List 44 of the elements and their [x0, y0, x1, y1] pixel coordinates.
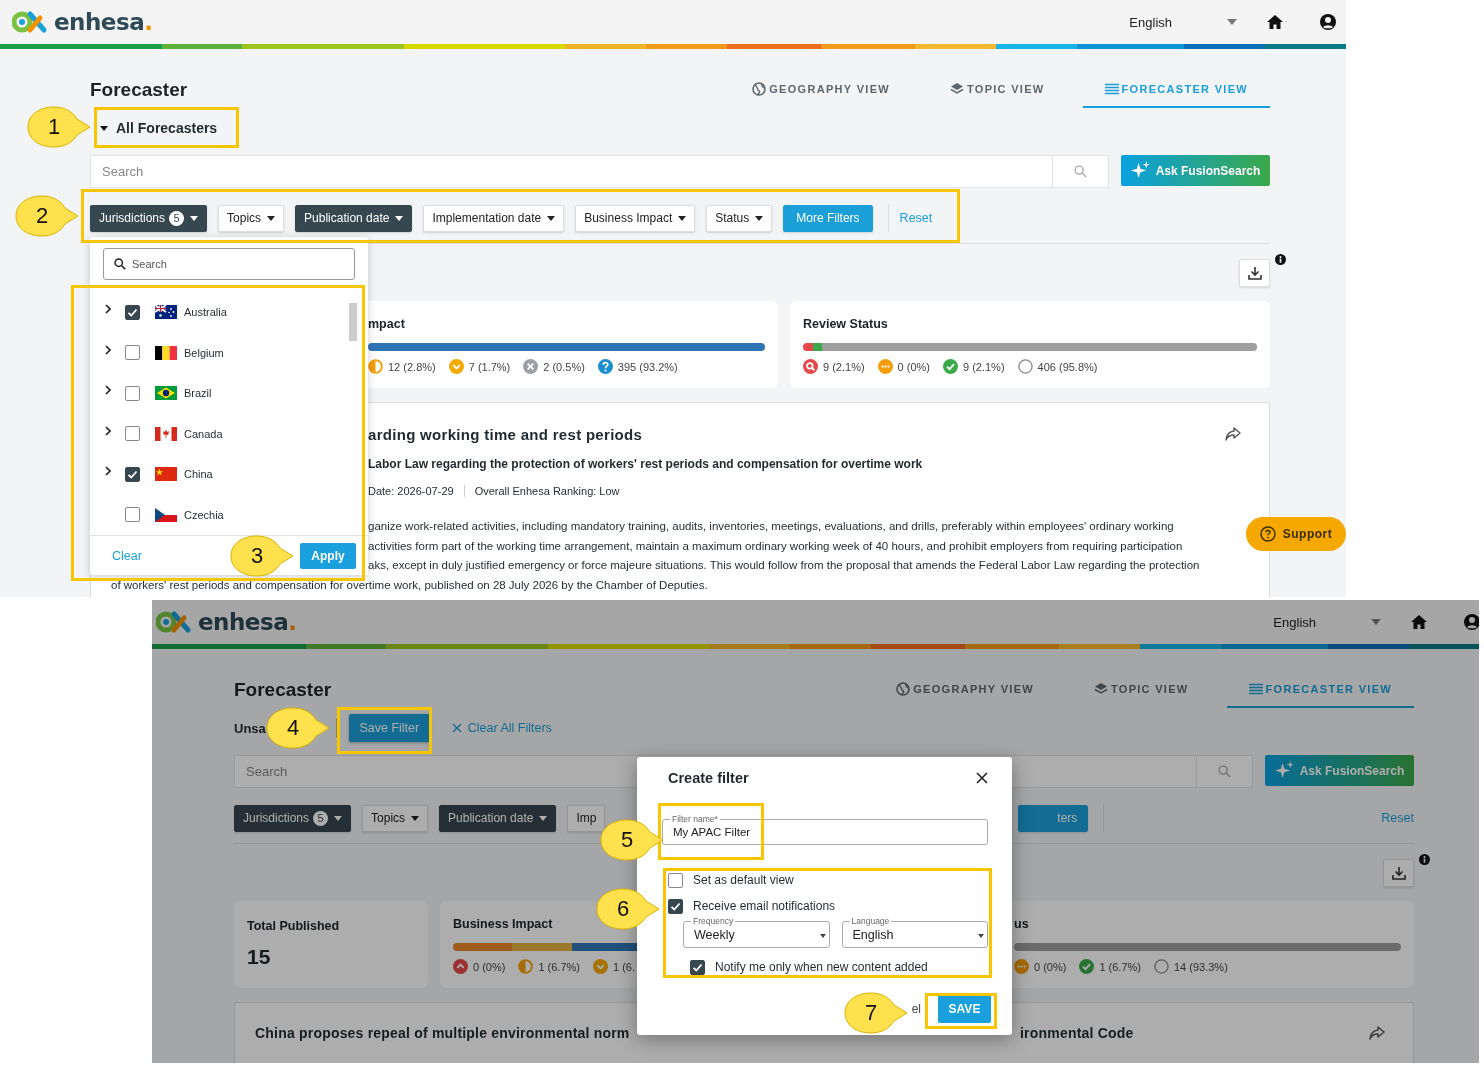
step-callout: 4 — [266, 706, 330, 750]
step-callout: 1 — [27, 105, 91, 149]
summary-text: aks, except in duly justified emergency or force majeure situations. This would follow from the proposal that amends the Federal Labor Law regarding the protection — [368, 558, 1201, 573]
card-title: mpact — [368, 317, 405, 331]
card-title: Total Published — [247, 919, 340, 933]
field-label: Filter name* — [670, 814, 720, 824]
stat-count: 0 (0%) — [473, 960, 506, 973]
stat-count: 1 (6.7%) — [1099, 960, 1141, 973]
dialog-title: Create filter — [668, 770, 749, 786]
option-label: Notify me only when new content added — [715, 960, 928, 974]
article-subtitle: Labor Law regarding the protection of workers' rest periods and compensation for overtime work — [368, 457, 924, 471]
step-callout: 3 — [230, 534, 294, 578]
stat-count: 9 (2.1%) — [963, 360, 1005, 373]
stat-count: 7 (1.7%) — [468, 360, 511, 373]
article-meta: Overall Enhesa Ranking: Low — [463, 485, 620, 497]
step-callout: 6 — [596, 887, 660, 931]
stat-count: 14 (93.3%) — [1174, 960, 1228, 973]
stat-count: 1 (6. — [613, 960, 635, 973]
total-count: 15 — [247, 945, 271, 969]
stat-count: 9 (2.1%) — [823, 360, 865, 373]
step-callout: 5 — [600, 818, 664, 862]
step-callout: 2 — [15, 194, 79, 238]
step-callout: 7 — [844, 991, 908, 1035]
stat-count: 0 (0%) — [897, 360, 930, 373]
article-meta: Date: 2026-07-29 — [368, 485, 454, 497]
stat-count: 2 (0.5%) — [543, 360, 585, 373]
summary-text: activities form part of the working time arrangement, maintain a maximum ordinary working week of 40 hours, and prohibit employers from requiring participation — [368, 538, 1184, 554]
card-title: Review Status — [803, 317, 888, 331]
stat-count: 0 (0%) — [1034, 960, 1067, 973]
summary-text: of workers' rest periods and compensation for overtime work, published on 28 July 2026 by the Chamber of Deputies. — [111, 577, 709, 593]
option-label: Receive email notifications — [693, 899, 836, 913]
card-title: us — [1014, 917, 1029, 931]
page-title: Forecaster — [234, 679, 332, 701]
card-title: Business Impact — [453, 917, 553, 931]
stat-count: 1 (6.7%) — [538, 960, 580, 973]
view-name: Unsa — [234, 720, 266, 736]
option-label: Set as default view — [693, 873, 794, 887]
field-label: Language — [849, 916, 892, 926]
summary-text: ganize work-related activities, including mandatory training, audits, inventories, meetings, evaluations, and drills, preferably within employees' ordinary working — [368, 519, 1175, 534]
stat-count: 395 (93.2%) — [617, 360, 678, 373]
page-title: Forecaster — [90, 79, 188, 101]
stat-count: 406 (95.8%) — [1037, 360, 1098, 373]
stat-count: 12 (2.8%) — [388, 360, 436, 373]
field-label: Frequency — [691, 916, 736, 926]
